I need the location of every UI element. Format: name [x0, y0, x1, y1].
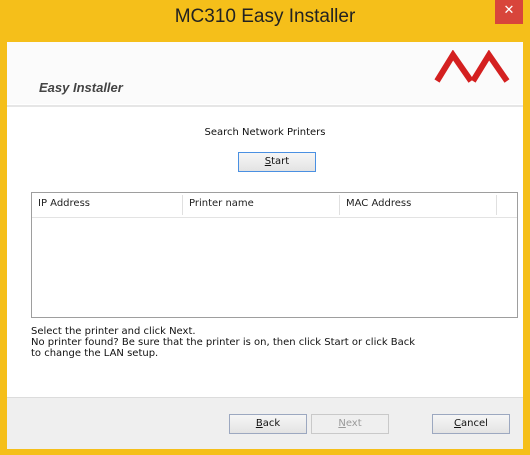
close-icon[interactable]: ✕: [495, 0, 523, 24]
next-accel: N: [338, 418, 346, 429]
window-frame-left: [0, 42, 7, 455]
next-button[interactable]: Next: [311, 414, 389, 434]
header-title: Easy Installer: [39, 80, 123, 95]
instruction-line: Select the printer and click Next.: [31, 326, 196, 337]
instruction-line: No printer found? Be sure that the print…: [31, 337, 416, 348]
printer-list[interactable]: IP Address Printer name MAC Address: [31, 192, 518, 318]
installer-header: Easy Installer: [7, 42, 523, 104]
instruction-message: Select the printer and click Next. No pr…: [31, 326, 501, 359]
column-mac-address[interactable]: MAC Address: [340, 193, 495, 217]
column-divider: [496, 195, 497, 215]
title-bar[interactable]: MC310 Easy Installer ✕: [0, 0, 530, 42]
printer-list-header: IP Address Printer name MAC Address: [32, 193, 517, 218]
window-frame-bottom: [0, 448, 530, 455]
next-label: ext: [345, 418, 362, 429]
cancel-label: ancel: [461, 418, 488, 429]
start-label: tart: [271, 156, 290, 167]
column-ip-address[interactable]: IP Address: [32, 193, 180, 217]
header-separator: [7, 105, 523, 108]
window-title: MC310 Easy Installer: [174, 6, 356, 27]
cancel-accel: C: [454, 418, 462, 429]
column-printer-name[interactable]: Printer name: [183, 193, 338, 217]
back-accel: B: [255, 418, 263, 429]
start-button[interactable]: Start: [238, 152, 316, 172]
instruction-line: to change the LAN setup.: [31, 348, 159, 359]
back-label: ack: [262, 418, 281, 429]
cancel-button[interactable]: Cancel: [432, 414, 510, 434]
search-network-printers-label: Search Network Printers: [204, 127, 326, 138]
back-button[interactable]: Back: [229, 414, 307, 434]
installer-window: MC310 Easy Installer ✕ Easy Installer Se…: [0, 0, 530, 455]
window-frame-right: [523, 42, 530, 455]
oki-logo-icon: [434, 50, 510, 83]
